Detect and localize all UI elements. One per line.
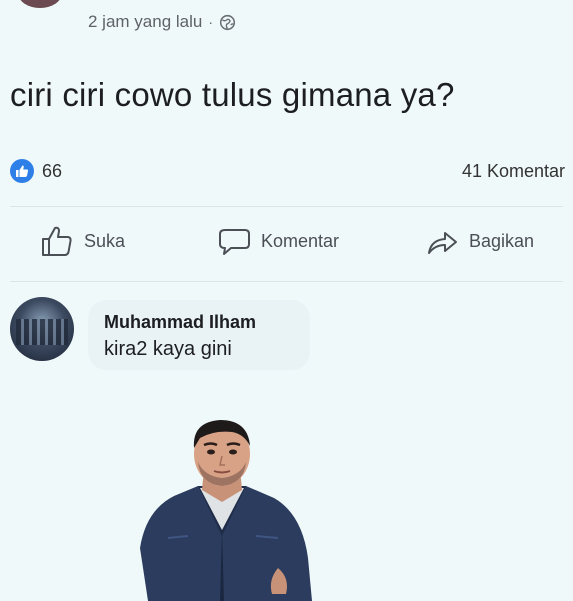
post-author-avatar[interactable] xyxy=(18,0,62,8)
stats-divider xyxy=(10,206,563,207)
post-timestamp[interactable]: 2 jam yang lalu xyxy=(88,12,202,32)
comment-author-avatar[interactable] xyxy=(10,297,74,361)
action-bar: Suka Komentar Bagikan xyxy=(0,224,573,264)
globe-icon xyxy=(219,14,236,30)
like-label: Suka xyxy=(84,230,126,251)
like-count[interactable]: 66 xyxy=(10,159,62,183)
comment-button[interactable]: Komentar xyxy=(217,224,339,258)
post-meta: 2 jam yang lalu · xyxy=(88,12,236,32)
actions-divider xyxy=(10,281,563,282)
comment-image-man-in-denim-jacket xyxy=(140,420,312,601)
thumbs-up-icon xyxy=(42,226,72,256)
comment-count[interactable]: 41 Komentar xyxy=(462,161,565,182)
like-badge-icon xyxy=(10,159,34,183)
post-text: ciri ciri cowo tulus gimana ya? xyxy=(10,76,455,113)
share-button[interactable]: Bagikan xyxy=(425,224,534,258)
comment-author-name[interactable]: Muhammad Ilham xyxy=(104,312,256,333)
comment-text: kira2 kaya gini xyxy=(104,338,232,360)
share-arrow-icon xyxy=(428,232,457,254)
avatar-photo xyxy=(16,319,68,345)
like-count-value: 66 xyxy=(42,160,63,181)
speech-bubble-icon xyxy=(219,229,250,255)
comment-label: Komentar xyxy=(261,230,340,251)
meta-separator: · xyxy=(208,14,214,30)
like-button[interactable]: Suka xyxy=(40,224,125,258)
share-label: Bagikan xyxy=(469,230,535,251)
comment-bubble: Muhammad Ilham kira2 kaya gini xyxy=(88,300,310,370)
